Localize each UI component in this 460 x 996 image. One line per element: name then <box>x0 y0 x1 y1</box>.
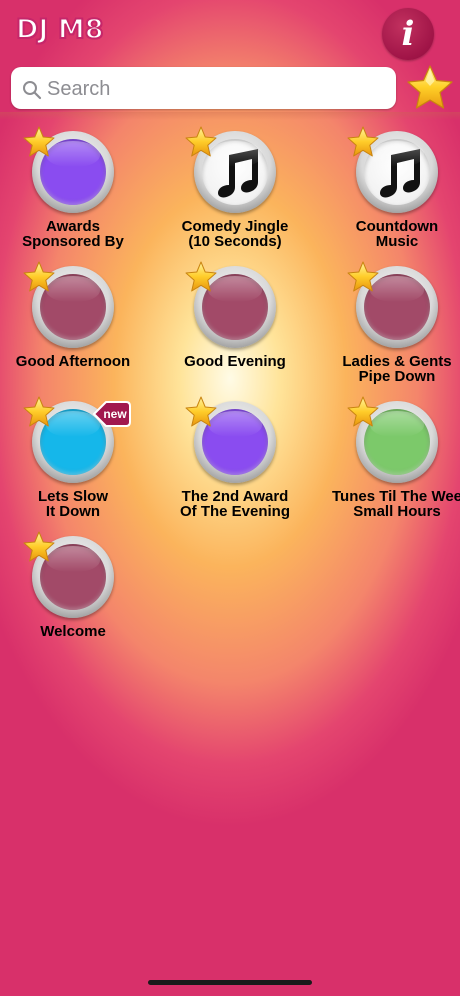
sound-disc[interactable] <box>185 126 276 213</box>
sound-label: Ladies & Gents Pipe Down <box>297 354 460 384</box>
sound-label-line2: Music <box>375 233 419 250</box>
favorite-star-icon[interactable] <box>184 260 218 294</box>
sound-disc[interactable] <box>347 261 438 348</box>
sound-label: Countdown Music <box>297 219 460 249</box>
app-logo: DJ M8 <box>15 13 105 46</box>
favorites-star-icon[interactable] <box>405 63 455 113</box>
sound-label-line1: Welcome <box>40 623 106 640</box>
header: DJ M8 i <box>0 0 460 64</box>
sound-disc[interactable] <box>185 396 276 483</box>
search-icon <box>23 81 42 100</box>
favorite-star-icon[interactable] <box>22 530 56 564</box>
favorite-star-icon[interactable] <box>22 260 56 294</box>
sound-disc[interactable] <box>185 261 276 348</box>
sound-disc[interactable] <box>23 261 114 348</box>
sound-label-line2: Small Hours <box>353 503 441 520</box>
search-bar-shadow <box>0 112 460 120</box>
sound-disc[interactable]: new <box>23 396 131 483</box>
sound-label: Welcome <box>0 624 173 639</box>
sound-disc[interactable] <box>23 531 114 618</box>
search-bar <box>0 64 460 120</box>
favorite-star-icon[interactable] <box>346 125 380 159</box>
sound-label-line1: Countdown <box>355 218 439 235</box>
new-badge-label: new <box>103 407 127 421</box>
favorite-star-icon[interactable] <box>346 395 380 429</box>
sound-label: Tunes Til The Wee Small Hours <box>297 489 460 519</box>
info-icon: i <box>401 14 415 54</box>
favorite-star-icon[interactable] <box>346 260 380 294</box>
favorite-star-icon[interactable] <box>184 125 218 159</box>
search-input[interactable] <box>45 67 389 111</box>
sound-label-line2: Pipe Down <box>358 368 436 385</box>
new-badge: new <box>93 401 131 427</box>
info-button[interactable]: i <box>382 8 434 60</box>
home-indicator[interactable] <box>148 980 312 985</box>
sound-label-line1: Ladies & Gents <box>342 353 452 370</box>
favorite-star-icon[interactable] <box>22 395 56 429</box>
sound-disc[interactable] <box>347 126 438 213</box>
search-field[interactable] <box>11 67 396 111</box>
favorite-star-icon[interactable] <box>184 395 218 429</box>
sound-disc[interactable] <box>347 396 438 483</box>
sound-label-line1: Tunes Til The Wee <box>331 488 460 505</box>
sound-disc[interactable] <box>23 126 114 213</box>
favorite-star-icon[interactable] <box>22 125 56 159</box>
